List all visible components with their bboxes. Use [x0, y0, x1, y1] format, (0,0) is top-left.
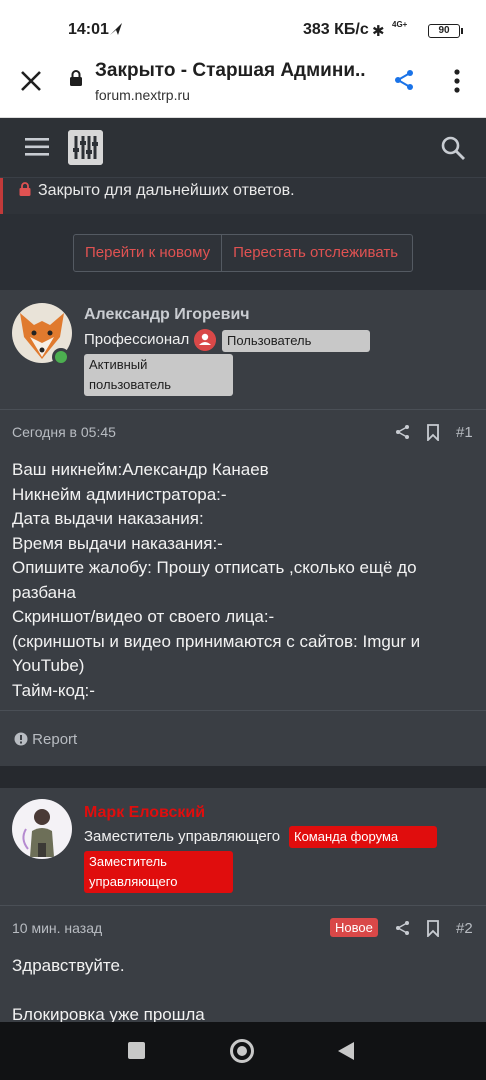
back-button[interactable]: [338, 1042, 354, 1060]
report-link[interactable]: Report: [14, 731, 77, 748]
user-banner: Активный пользователь: [84, 354, 233, 396]
post-footer: Report: [0, 710, 486, 766]
more-options-icon[interactable]: [450, 68, 464, 94]
bookmark-icon[interactable]: [426, 920, 440, 937]
warning-icon: [14, 732, 28, 746]
report-label: Report: [32, 731, 78, 748]
user-banner: Заместитель управляющего: [84, 851, 233, 893]
user-title: Заместитель управляющего: [84, 828, 281, 845]
user-banner: Пользователь: [222, 330, 370, 352]
post-number[interactable]: #2: [456, 920, 473, 937]
unwatch-button[interactable]: Перестать отслеживать: [221, 235, 409, 271]
post-date[interactable]: Сегодня в 05:45: [12, 424, 116, 440]
post-line: Время выдачи наказания:-: [12, 533, 223, 553]
post-meta: Сегодня в 05:45 #1: [0, 410, 486, 454]
page-title: Закрыто - Старшая Админи...: [95, 60, 365, 81]
post-separator: [0, 766, 486, 788]
post-body: Здравствуйте. Блокировка уже прошла: [0, 950, 486, 1028]
forum-logo-icon[interactable]: [68, 130, 103, 165]
lock-icon: [70, 70, 82, 86]
search-icon[interactable]: [440, 135, 466, 161]
home-button[interactable]: [230, 1039, 254, 1063]
post-line: Тайм-код:-: [12, 680, 95, 700]
battery-level: 90: [428, 24, 463, 38]
post-line-blank: [12, 979, 474, 1004]
post-line: Дата выдачи наказания:: [12, 509, 204, 528]
user-banner: Команда форума: [289, 826, 437, 848]
browser-toolbar: Закрыто - Старшая Админи... forum.nextrp…: [0, 46, 486, 118]
post-1: Александр Игоревич Професcионал Пользова…: [0, 290, 486, 766]
bluetooth-icon: ✱: [372, 23, 385, 40]
share-icon[interactable]: [395, 920, 410, 936]
locked-text: Закрыто для дальнейших ответов.: [38, 182, 295, 199]
online-status-icon: [52, 348, 70, 366]
locked-notice: Закрыто для дальнейших ответов.: [0, 178, 486, 214]
status-bar: 14:01 383 КБ/с ✱ 4G+ 90: [0, 0, 486, 46]
page-url[interactable]: forum.nextrp.ru: [95, 87, 190, 103]
post-line: Здравствуйте.: [12, 956, 125, 975]
network-speed: 383 КБ/с: [303, 21, 369, 38]
post-line: Скриншот/видео от своего лица:-: [12, 607, 275, 626]
new-badge: Новое: [330, 918, 378, 937]
username[interactable]: Марк Еловский: [84, 804, 205, 822]
trophy-badge-icon[interactable]: [194, 329, 216, 351]
share-icon[interactable]: [395, 424, 410, 440]
forum-navbar: [0, 118, 486, 178]
post-number[interactable]: #1: [456, 424, 473, 441]
user-title: Професcионал: [84, 331, 190, 348]
bookmark-icon[interactable]: [426, 424, 440, 441]
avatar[interactable]: [12, 799, 72, 859]
menu-icon[interactable]: [25, 138, 49, 156]
post-user-header: Марк Еловский Заместитель управляющего К…: [0, 788, 486, 906]
post-body: Ваш никнейм:Александр Канаев Никнейм адм…: [0, 454, 486, 710]
recents-button[interactable]: [128, 1042, 145, 1059]
network-type: 4G+: [392, 20, 408, 29]
post-line: (скриншоты и видео принимаются с сайтов:…: [12, 631, 421, 676]
close-icon[interactable]: [18, 68, 44, 94]
android-nav-bar: [0, 1022, 486, 1080]
username[interactable]: Александр Игоревич: [84, 306, 250, 324]
send-icon: [110, 23, 122, 35]
post-user-header: Александр Игоревич Професcионал Пользова…: [0, 290, 486, 410]
post-line: Ваш никнейм:Александр Канаев: [12, 460, 269, 479]
lock-icon: [19, 182, 31, 196]
post-line: Никнейм администратора:-: [12, 484, 227, 504]
post-date[interactable]: 10 мин. назад: [12, 920, 102, 936]
post-line: Опишите жалобу: Прошу отписать ,сколько …: [12, 558, 417, 602]
share-icon[interactable]: [392, 68, 416, 92]
user-photo-icon: [12, 799, 72, 859]
go-to-new-button[interactable]: Перейти к новому: [74, 235, 221, 271]
status-time: 14:01: [68, 21, 109, 38]
thread-actions: Перейти к новому Перестать отслеживать: [73, 234, 413, 272]
post-2: Марк Еловский Заместитель управляющего К…: [0, 788, 486, 1024]
post-meta: 10 мин. назад Новое #2: [0, 906, 486, 950]
